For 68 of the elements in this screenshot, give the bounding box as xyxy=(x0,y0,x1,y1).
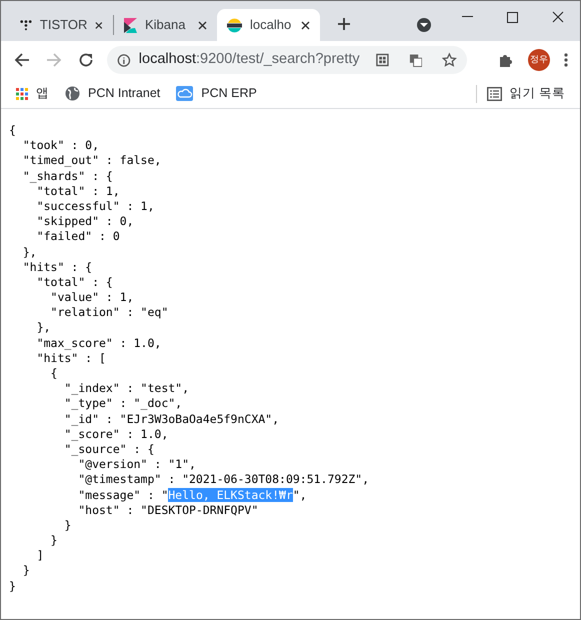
json-text: { xyxy=(50,366,58,380)
json-text: "total" : 1, xyxy=(36,184,120,198)
json-text: }, xyxy=(36,320,51,334)
bookmark-link[interactable]: PCN ERP xyxy=(176,84,257,103)
dots-icon xyxy=(20,19,32,31)
list-icon xyxy=(486,86,502,100)
close-icon[interactable] xyxy=(301,20,310,30)
json-text: } xyxy=(63,518,72,532)
more-icon[interactable] xyxy=(564,53,568,67)
json-text: "hits" : { xyxy=(22,260,92,274)
json-text: "skipped" : 0, xyxy=(36,214,134,228)
json-text: "relation" : "eq" xyxy=(50,305,168,320)
tab-search-button[interactable] xyxy=(417,18,431,32)
close-icon[interactable] xyxy=(95,20,103,30)
selected-text: Hello, ELKStack!₩r xyxy=(168,488,293,502)
puzzle-icon[interactable] xyxy=(498,52,514,68)
json-text: } xyxy=(50,533,58,548)
json-text: "failed" : 0 xyxy=(36,229,120,244)
minimize-icon xyxy=(462,16,473,18)
url-text: localhost:9200/test/_search?pretty xyxy=(138,50,360,70)
json-text: "message" : " xyxy=(77,488,168,502)
browser-tab[interactable]: Kibana xyxy=(114,9,217,41)
json-text: "value" : 1, xyxy=(50,290,134,304)
json-text: "@version" : "1", xyxy=(77,457,196,472)
json-text: "_score" : 1.0, xyxy=(63,426,168,441)
json-text: "host" : "DESKTOP-DRNFQPV" xyxy=(77,502,258,517)
address-bar[interactable]: localhost:9200/test/_search?pretty xyxy=(107,46,467,74)
star-icon[interactable] xyxy=(442,52,457,68)
elastic-logo-icon xyxy=(227,18,242,32)
json-text: "hits" : [ xyxy=(36,350,106,365)
browser-tab[interactable]: TISTOR xyxy=(10,9,113,41)
kibana-logo-icon xyxy=(124,18,137,32)
json-text: "@timestamp" : "2021-06-30T08:09:51.792Z", xyxy=(77,472,370,486)
json-text: { xyxy=(9,123,16,137)
qr-code-icon[interactable] xyxy=(376,53,389,67)
json-text: "total" : { xyxy=(36,274,113,289)
json-text: "_type" : "_doc", xyxy=(63,396,182,410)
close-icon[interactable] xyxy=(198,20,207,30)
info-icon[interactable] xyxy=(117,52,131,68)
cloud-icon xyxy=(176,86,194,101)
close-icon xyxy=(552,11,564,23)
apps-grid-icon xyxy=(16,88,28,100)
browser-tab[interactable]: localho xyxy=(217,9,320,41)
profile-avatar[interactable]: 정우 xyxy=(528,49,550,71)
json-text: "took" : 0, xyxy=(22,138,100,152)
caret-icon xyxy=(420,22,428,28)
json-text: "_shards" : { xyxy=(22,168,113,183)
bookmark-link[interactable]: 앱 xyxy=(16,84,49,103)
json-text: }, xyxy=(22,244,37,258)
reading-list-button[interactable]: 읽기 목록 xyxy=(510,84,565,103)
json-text: ", xyxy=(292,488,307,502)
json-text: "_id" : "EJr3W3oBaOa4e5f9nCXA", xyxy=(63,412,280,426)
json-text: "timed_out" : false, xyxy=(22,153,162,168)
back-arrow-icon xyxy=(14,52,30,68)
reload-icon xyxy=(78,52,94,68)
json-text: "_index" : "test", xyxy=(63,381,190,396)
json-text: } xyxy=(22,563,30,578)
forward-arrow-icon xyxy=(46,52,62,68)
json-text: "successful" : 1, xyxy=(36,198,154,213)
maximize-icon xyxy=(507,12,518,22)
plus-icon xyxy=(337,17,351,31)
translate-icon[interactable] xyxy=(408,52,422,68)
bookmark-link[interactable]: PCN Intranet xyxy=(65,84,160,103)
json-text: } xyxy=(9,578,16,593)
json-text: "max_score" : 1.0, xyxy=(36,336,162,350)
globe-icon xyxy=(65,86,80,101)
json-text: "_source" : { xyxy=(63,442,154,456)
json-text: ] xyxy=(36,548,44,562)
